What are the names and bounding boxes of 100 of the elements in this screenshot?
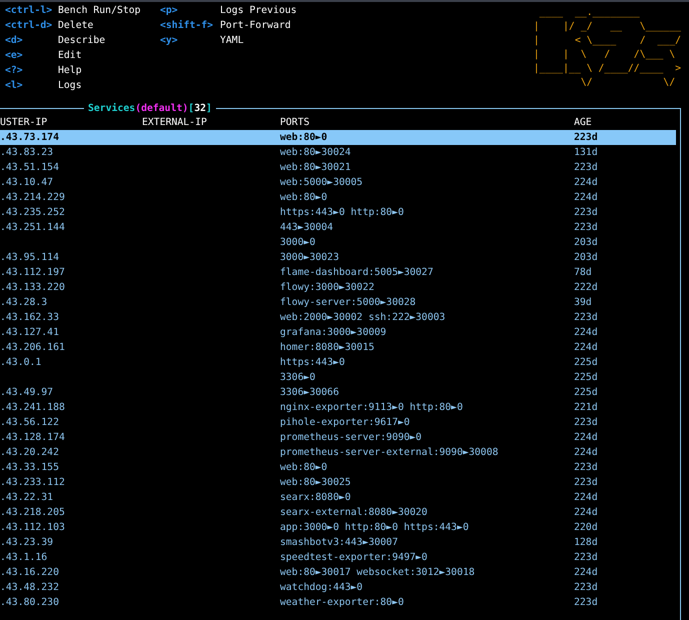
table-cell-text: 223d <box>574 131 599 145</box>
table-cell-text: 223d <box>574 311 599 325</box>
table-cell-text: 220d <box>574 521 599 535</box>
table-cell-text: .43.112.197 <box>0 266 66 280</box>
table-row[interactable]: .43.128.174 prometheus-server:9090►0 224d <box>0 430 676 445</box>
table-cell-text: 223d <box>574 161 599 175</box>
table-row[interactable]: .43.162.33 web:2000►30002 ssh:222►30003 223d <box>0 310 676 325</box>
table-cell-text: .43.95.114 <box>0 251 60 265</box>
table-row[interactable]: .43.0.1 https:443►0 225d <box>0 355 676 370</box>
table-cell-text: .43.206.161 <box>0 341 66 355</box>
column-header[interactable]: AGE <box>574 115 674 130</box>
shortcut-action: Help <box>58 64 83 78</box>
table-cell-text: .43.23.39 <box>0 536 54 550</box>
column-header[interactable]: EXTERNAL-IP <box>142 115 280 130</box>
table-cell-text: .43.235.252 <box>0 206 66 220</box>
table-row[interactable]: .43.28.3 flowy-server:5000►30028 39d <box>0 295 676 310</box>
table-cell-text: web:80►0 <box>280 191 328 205</box>
table-cell-text: .43.128.174 <box>0 431 66 445</box>
table-cell-text: pihole-exporter:9617►0 <box>280 416 411 430</box>
table-row[interactable]: .43.241.188 nginx-exporter:9113►0 http:80►0 221d <box>0 400 676 415</box>
table-cell-text: .43.112.103 <box>0 521 66 535</box>
table-cell-text: .43.218.205 <box>0 506 66 520</box>
logo-line: |____|__ \ /____//____ > <box>534 62 681 76</box>
table-cell-text: 224d <box>574 176 599 190</box>
bracket: ] <box>206 102 212 116</box>
table-row[interactable]: .43.233.112 web:80►30025 223d <box>0 475 676 490</box>
table-row[interactable]: .43.56.122 pihole-exporter:9617►0 223d <box>0 415 676 430</box>
table-cell-text: https:443►0 <box>280 356 346 370</box>
column-header[interactable]: USTER-IP <box>0 115 142 130</box>
table-cell-text: .43.214.229 <box>0 191 66 205</box>
shortcut-key: <p> <box>160 3 220 18</box>
table-row[interactable]: .43.20.242 prometheus-server-external:9090►30008 224d <box>0 445 676 460</box>
table-cell-text: 223d <box>574 461 599 475</box>
table-cell-text: .43.241.188 <box>0 401 66 415</box>
table-cell-text: 223d <box>574 476 599 490</box>
shortcut-key: <y> <box>160 33 220 48</box>
table-cell-text: .43.56.122 <box>0 416 60 430</box>
shortcut-action: Bench Run/Stop <box>58 4 142 18</box>
table-cell-text: .43.73.174 <box>0 131 60 145</box>
column-header[interactable]: PORTS <box>280 115 574 130</box>
table-row[interactable]: .43.235.252 https:443►0 http:80►0 223d <box>0 205 676 220</box>
shortcut-key: <ctrl-l> <box>5 3 58 18</box>
table-cell-text: web:2000►30002 ssh:222►30003 <box>280 311 446 325</box>
table-cell-text: 223d <box>574 206 599 220</box>
table-cell-text: 225d <box>574 356 599 370</box>
table-cell-text: web:5000►30005 <box>280 176 364 190</box>
table-row[interactable]: .43.251.144 443►30004 223d <box>0 220 676 235</box>
table-row[interactable]: 3000►0 203d <box>0 235 676 250</box>
table-cell-text: searx-external:8080►30020 <box>280 506 428 520</box>
table-row[interactable]: .43.206.161 homer:8080►30015 224d <box>0 340 676 355</box>
shortcut-key: <?> <box>5 63 58 78</box>
table-cell-text: 39d <box>574 296 593 310</box>
table-row[interactable]: .43.22.31 searx:8080►0 224d <box>0 490 676 505</box>
table-row[interactable]: .43.127.41 grafana:3000►30009 224d <box>0 325 676 340</box>
table-cell-text: .43.127.41 <box>0 326 60 340</box>
shortcut-key: <ctrl-d> <box>5 18 58 33</box>
table-row[interactable]: .43.48.232 watchdog:443►0 223d <box>0 580 676 595</box>
table-row[interactable]: .43.214.229 web:80►0 224d <box>0 190 676 205</box>
table-row[interactable]: .43.83.23 web:80►30024 131d <box>0 145 676 160</box>
table-cell-text: nginx-exporter:9113►0 http:80►0 <box>280 401 464 415</box>
table-row[interactable]: .43.80.230 weather-exporter:80►0 223d <box>0 595 676 610</box>
table-cell-text: .43.1.16 <box>0 551 48 565</box>
table-cell-text: .43.48.232 <box>0 581 60 595</box>
table-cell-text: .43.0.1 <box>0 356 42 370</box>
table-cell-text: 221d <box>574 401 599 415</box>
table-cell-text: grafana:3000►30009 <box>280 326 388 340</box>
table-row[interactable]: .43.73.174 web:80►0 223d <box>0 130 676 145</box>
table-cell-text: 78d <box>574 266 593 280</box>
table-row[interactable]: .43.10.47 web:5000►30005 224d <box>0 175 676 190</box>
table-cell-text: watchdog:443►0 <box>280 581 364 595</box>
table-row[interactable]: .43.49.97 3306►30066 225d <box>0 385 676 400</box>
table-row[interactable]: .43.133.220 flowy:3000►30022 222d <box>0 280 676 295</box>
table-cell-text: 443►30004 <box>280 221 334 235</box>
table-row[interactable]: .43.16.220 web:80►30017 websocket:3012►30018 224d <box>0 565 676 580</box>
bracket: [ <box>188 102 194 116</box>
table-row[interactable]: .43.1.16 speedtest-exporter:9497►0 223d <box>0 550 676 565</box>
table-row[interactable]: .43.112.197 flame-dashboard:5005►30027 78d <box>0 265 676 280</box>
table-row[interactable]: .43.218.205 searx-external:8080►30020 224d <box>0 505 676 520</box>
table-row[interactable]: .43.95.114 3000►30023 203d <box>0 250 676 265</box>
table-row[interactable]: .43.23.39 smashbotv3:443►30007 128d <box>0 535 676 550</box>
table-cell-text: .43.28.3 <box>0 296 48 310</box>
table-row[interactable]: .43.33.155 web:80►0 223d <box>0 460 676 475</box>
table-cell-text: 224d <box>574 326 599 340</box>
table-cell-text: 223d <box>574 551 599 565</box>
table-row[interactable]: .43.51.154 web:80►30021 223d <box>0 160 676 175</box>
table-cell-text: .43.133.220 <box>0 281 66 295</box>
table-row[interactable]: 3306►0 225d <box>0 370 676 385</box>
table-cell-text: 225d <box>574 371 599 385</box>
namespace-title: (default) <box>135 102 188 116</box>
table-cell-text: 224d <box>574 446 599 460</box>
table-cell-text: .43.22.31 <box>0 491 54 505</box>
table-cell-text: 128d <box>574 536 599 550</box>
table-row[interactable]: .43.112.103 app:3000►0 http:80►0 https:443►0 220d <box>0 520 676 535</box>
table-cell-text: 3000►0 <box>280 236 316 250</box>
table-cell-text: 223d <box>574 596 599 610</box>
table-cell-text: .43.80.230 <box>0 596 60 610</box>
table-cell-text: web:80►30024 <box>280 146 352 160</box>
shortcut-action: Logs Previous <box>220 4 298 18</box>
table-cell-text: .43.10.47 <box>0 176 54 190</box>
shortcut-action: Port-Forward <box>220 19 292 33</box>
